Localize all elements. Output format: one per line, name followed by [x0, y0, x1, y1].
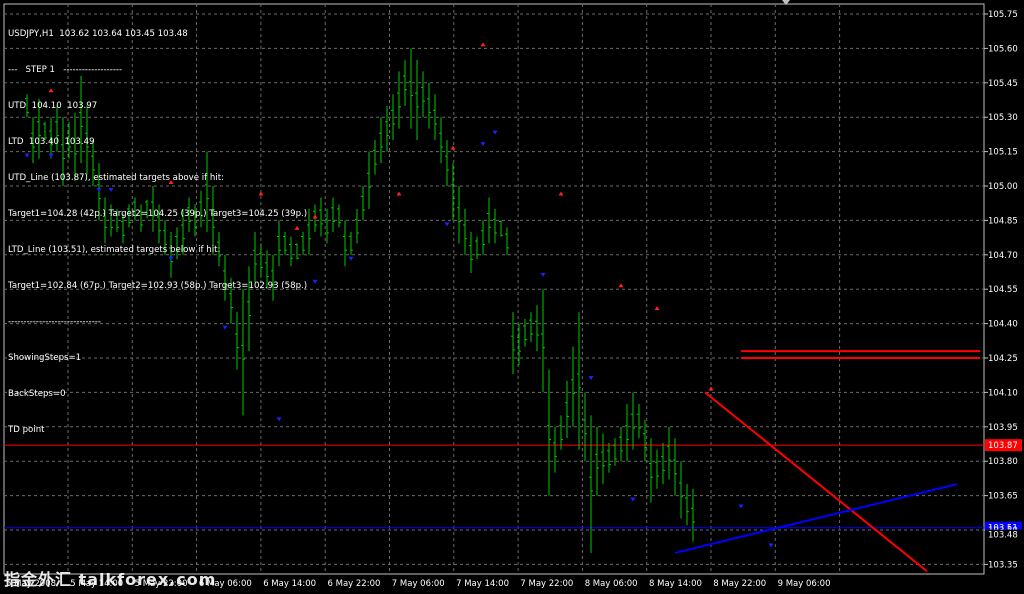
x-tick-label: 9 May 06:00 [778, 579, 831, 589]
x-tick-label: 6 May 22:00 [328, 579, 381, 589]
y-tick-label: 104.25 [988, 354, 1018, 364]
y-tick-label: 104.10 [988, 388, 1018, 398]
x-tick-label: 6 May 14:00 [263, 579, 316, 589]
y-tick-label: 104.85 [988, 216, 1018, 226]
y-tick-label: 103.80 [988, 457, 1018, 467]
td-lines [674, 391, 958, 573]
up-fractal-marker [618, 283, 624, 288]
down-fractal-marker [312, 279, 318, 284]
utd-trend-line [704, 391, 928, 573]
up-fractal-marker [480, 42, 486, 47]
x-tick-label: 8 May 14:00 [649, 579, 702, 589]
y-tick-label: 104.70 [988, 251, 1018, 261]
y-tick-label: 104.40 [988, 320, 1018, 330]
down-fractal-marker [768, 543, 774, 548]
down-fractal-marker [480, 142, 486, 147]
ltd-trend-line [674, 483, 958, 554]
up-fractal-marker [396, 191, 402, 196]
watermark: 指金外汇 talkforex.com [4, 570, 217, 589]
info-line: ------------------------------ [8, 317, 102, 327]
x-tick-label: 8 May 06:00 [585, 579, 638, 589]
info-line: Target1=104.28 (42p.) Target2=104.25 (39… [8, 209, 308, 219]
y-tick-label: 105.00 [988, 182, 1018, 192]
info-line: TD point [8, 425, 45, 435]
down-fractal-marker [492, 130, 498, 135]
info-line: ShowingSteps=1 [8, 353, 82, 363]
down-fractal-marker [540, 272, 546, 277]
y-tick-label: 103.35 [988, 560, 1018, 570]
down-fractal-marker [630, 497, 636, 502]
down-fractal-marker [738, 504, 744, 509]
down-fractal-marker [444, 222, 450, 227]
up-fractal-marker [312, 214, 318, 219]
y-tick-label: 104.55 [988, 285, 1018, 295]
info-line: UTD 104.10 103.97 [8, 101, 98, 111]
x-tick-label: 7 May 22:00 [520, 579, 573, 589]
utd_level-label: 103.87 [988, 441, 1018, 451]
y-tick-label: 105.45 [988, 79, 1018, 89]
up-fractal-marker [558, 191, 564, 196]
down-fractal-marker [588, 376, 594, 381]
up-fractal-marker [708, 386, 714, 391]
y-tick-label: 105.30 [988, 113, 1018, 123]
info-line: Target1=102.84 (67p.) Target2=102.93 (58… [8, 281, 308, 291]
current-price-label: 103.48 [988, 531, 1018, 541]
x-tick-label: 7 May 06:00 [392, 579, 445, 589]
y-tick-label: 103.65 [988, 492, 1018, 502]
info-line: BackSteps=0 [8, 389, 66, 399]
y-tick-label: 105.15 [988, 148, 1018, 158]
symbol-line: USDJPY,H1 103.62 103.64 103.45 103.48 [8, 29, 188, 39]
info-line: --- STEP 1 ------------------- [8, 65, 123, 75]
up-fractal-marker [654, 306, 660, 311]
x-tick-label: 8 May 22:00 [713, 579, 766, 589]
x-tick-label: 7 May 14:00 [456, 579, 509, 589]
y-tick-label: 105.75 [988, 10, 1018, 20]
y-tick-label: 103.95 [988, 423, 1018, 433]
indicator-info-panel: USDJPY,H1 103.62 103.64 103.45 103.48 --… [8, 4, 307, 448]
up-fractal-marker [450, 145, 456, 150]
y-tick-label: 105.60 [988, 44, 1018, 54]
info-line: LTD 103.40 103.49 [8, 137, 95, 147]
info-line: LTD_Line (103.51), estimated targets bel… [8, 245, 221, 255]
info-line: UTD_Line (103.87), estimated targets abo… [8, 173, 225, 183]
down-fractal-marker [348, 256, 354, 261]
